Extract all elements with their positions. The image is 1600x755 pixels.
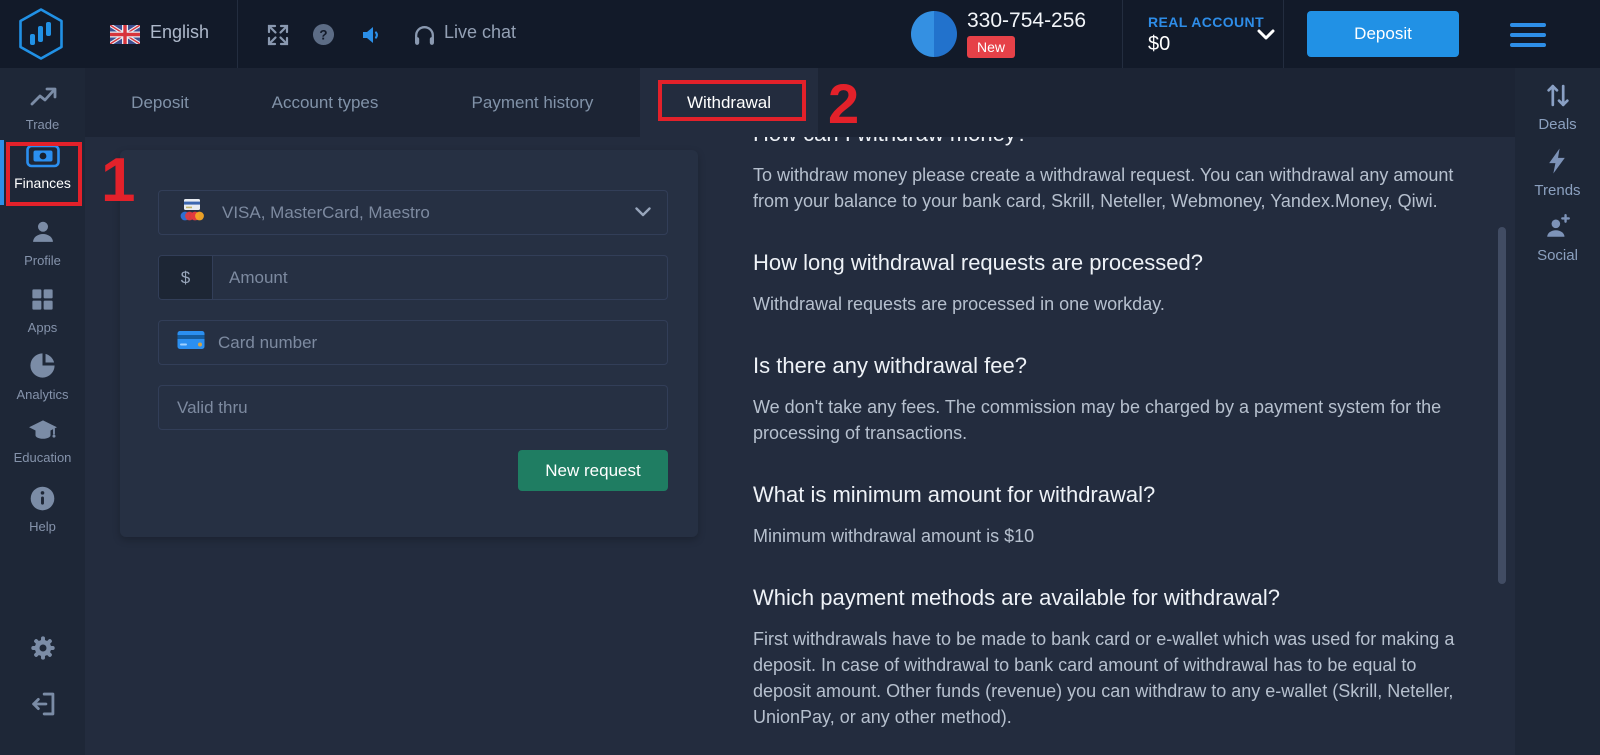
withdrawal-faq: How can I withdraw money? To withdraw mo… [753, 137, 1469, 730]
headset-icon [412, 23, 437, 53]
live-chat-button[interactable]: Live chat [444, 22, 516, 43]
top-header: English ? Live chat 330-754-256 New [0, 0, 1600, 68]
sidebar-item-social[interactable]: Social [1515, 213, 1600, 264]
currency-prefix: $ [159, 256, 213, 299]
faq-question: What is minimum amount for withdrawal? [753, 480, 1469, 510]
header-divider [1122, 0, 1123, 68]
faq-answer: First withdrawals have to be made to ban… [753, 626, 1469, 730]
amount-input[interactable] [213, 256, 667, 299]
language-selector[interactable]: English [150, 22, 209, 43]
chevron-down-icon[interactable] [1257, 28, 1275, 46]
lightning-icon [1545, 147, 1570, 175]
faq-answer: To withdraw money please create a withdr… [753, 162, 1469, 214]
sidebar-item-help[interactable]: Help [0, 485, 85, 534]
annotation-step-1: 1 [101, 150, 135, 212]
pie-chart-icon [28, 351, 57, 380]
header-divider [1283, 0, 1284, 68]
sound-speaker-icon[interactable] [360, 23, 384, 52]
person-icon [29, 218, 57, 246]
help-circle-icon[interactable]: ? [312, 23, 335, 51]
payment-method-value: VISA, MasterCard, Maestro [222, 203, 430, 223]
logo-hexagon-icon [16, 7, 66, 61]
faq-scrollbar[interactable] [1498, 227, 1506, 584]
fullscreen-icon[interactable] [266, 23, 290, 52]
tab-account-types[interactable]: Account types [255, 68, 395, 137]
amount-field[interactable]: $ [158, 255, 668, 300]
status-badge-new: New [967, 36, 1015, 58]
person-plus-icon [1544, 213, 1572, 240]
app-logo[interactable] [16, 7, 66, 66]
faq-answer: We don't take any fees. The commission m… [753, 394, 1469, 446]
faq-question: Is there any withdrawal fee? [753, 351, 1469, 381]
annotation-box-withdrawal [658, 80, 806, 121]
account-id: 330-754-256 [967, 9, 1086, 33]
sidebar-item-apps[interactable]: Apps [0, 286, 85, 335]
header-divider [237, 0, 238, 68]
sidebar-item-profile[interactable]: Profile [0, 218, 85, 268]
sidebar-item-education[interactable]: Education [0, 418, 85, 465]
withdrawal-form-panel: VISA, MasterCard, Maestro $ New [120, 150, 698, 537]
card-number-input[interactable] [205, 321, 667, 364]
grid-icon [29, 286, 56, 313]
content-area: VISA, MasterCard, Maestro $ New [85, 137, 1515, 755]
avatar[interactable] [911, 11, 957, 57]
logout-button[interactable] [0, 690, 85, 723]
bank-cards-icon [177, 198, 207, 228]
card-number-field[interactable] [158, 320, 668, 365]
payment-method-select[interactable]: VISA, MasterCard, Maestro [158, 190, 668, 235]
tab-deposit[interactable]: Deposit [110, 68, 210, 137]
chevron-down-icon [635, 204, 651, 222]
faq-question: How can I withdraw money? [753, 137, 1469, 149]
annotation-box-finances [6, 142, 82, 206]
trend-up-icon [28, 84, 58, 110]
settings-gear-icon [29, 634, 57, 662]
tab-payment-history[interactable]: Payment history [455, 68, 610, 137]
faq-answer: Minimum withdrawal amount is $10 [753, 523, 1469, 549]
sidebar-item-deals[interactable]: Deals [1515, 82, 1600, 133]
menu-hamburger-icon[interactable] [1510, 23, 1546, 47]
faq-answer: Withdrawal requests are processed in one… [753, 291, 1469, 317]
valid-thru-field[interactable] [158, 385, 668, 430]
faq-question: Which payment methods are available for … [753, 583, 1469, 613]
svg-text:?: ? [319, 27, 327, 42]
arrows-up-down-icon [1545, 82, 1571, 109]
sidebar-item-analytics[interactable]: Analytics [0, 351, 85, 402]
account-type-label: REAL ACCOUNT [1148, 14, 1264, 30]
info-icon [29, 485, 56, 512]
uk-flag-icon[interactable] [110, 25, 140, 49]
deposit-button[interactable]: Deposit [1307, 11, 1459, 57]
widgets-sidebar: Deals Trends Social [1515, 68, 1600, 755]
faq-question: How long withdrawal requests are process… [753, 248, 1469, 278]
account-balance: $0 [1148, 33, 1170, 56]
logout-icon [29, 690, 57, 718]
credit-card-icon [177, 330, 205, 355]
new-request-button[interactable]: New request [518, 450, 668, 491]
sidebar-item-trade[interactable]: Trade [0, 84, 85, 132]
settings-button[interactable] [0, 634, 85, 667]
valid-thru-input[interactable] [159, 386, 667, 429]
annotation-step-2: 2 [828, 76, 859, 132]
sidebar-item-trends[interactable]: Trends [1515, 147, 1600, 199]
graduation-cap-icon [28, 418, 58, 443]
